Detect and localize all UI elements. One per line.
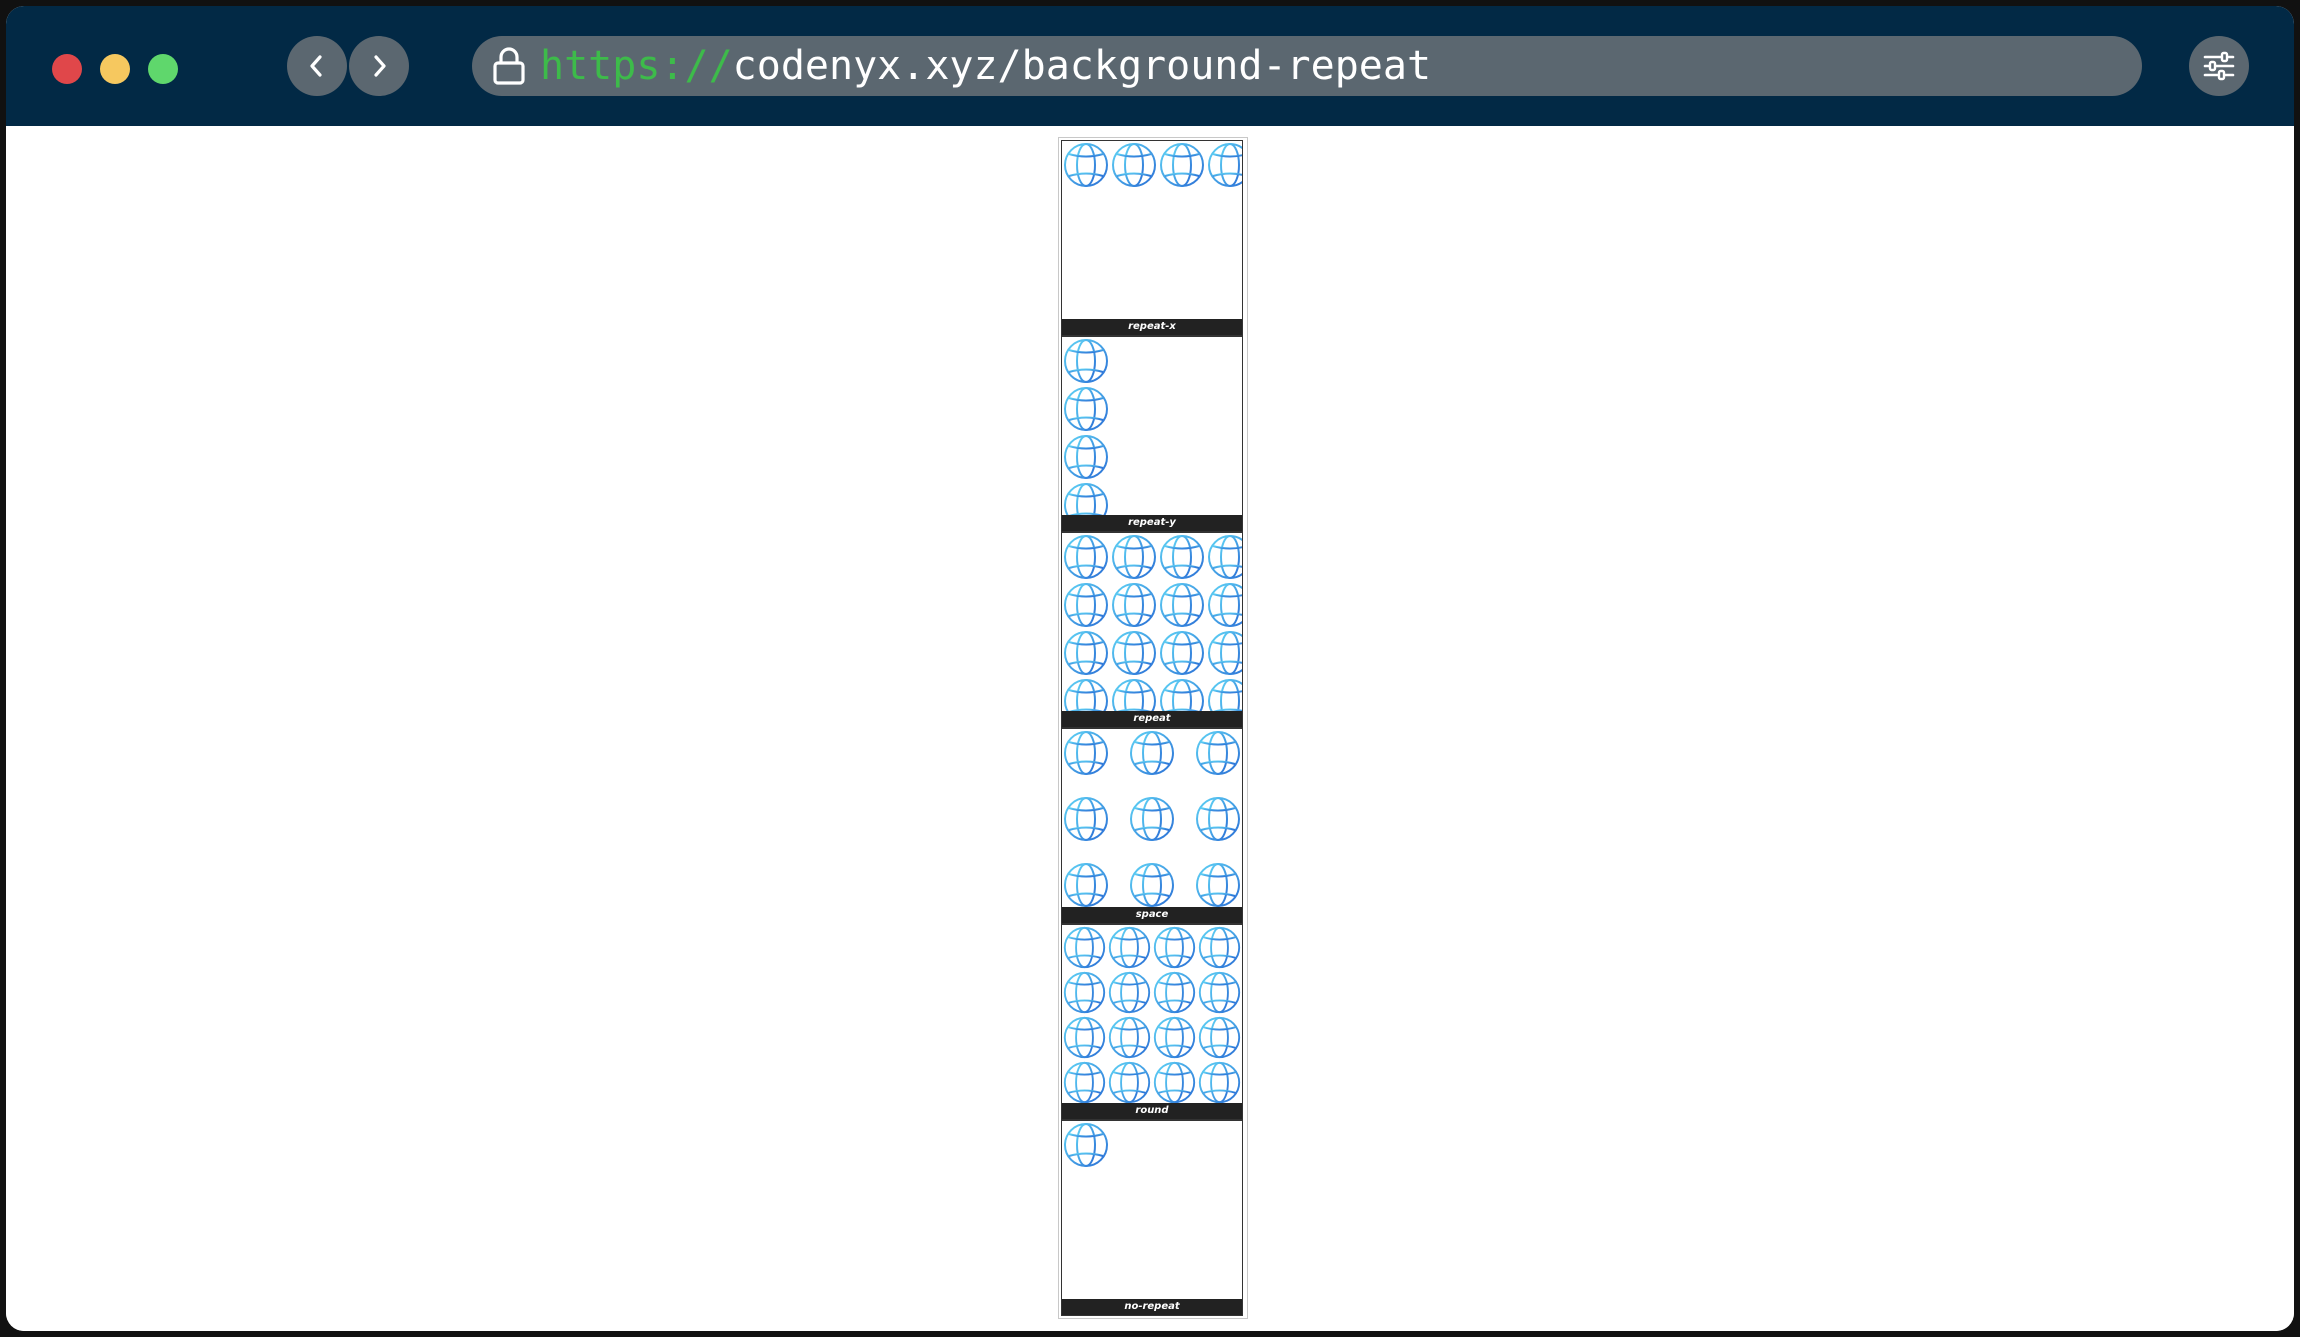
- globe-icon: [1064, 535, 1108, 579]
- globe-tiles: [1062, 729, 1242, 909]
- globe-icon: [1063, 971, 1106, 1014]
- background-repeat-demos: repeat-x repeat-y repeat space round no-…: [1058, 137, 1248, 1319]
- globe-icon: [1108, 926, 1151, 969]
- demo-round: round: [1061, 924, 1243, 1120]
- globe-icon: [1108, 971, 1151, 1014]
- globe-tiles: [1062, 925, 1242, 1105]
- globe-icon: [1198, 1016, 1241, 1059]
- chevron-left-icon: [310, 55, 322, 77]
- globe-icon: [1112, 631, 1156, 675]
- globe-icon: [1208, 631, 1242, 675]
- browser-window: https://codenyx.xyz/background-repeat re…: [6, 6, 2294, 1331]
- globe-icon: [1063, 926, 1106, 969]
- sliders-icon: [2203, 51, 2235, 81]
- page-content: repeat-x repeat-y repeat space round no-…: [6, 126, 2294, 1331]
- globe-icon: [1130, 797, 1174, 841]
- demo-label: no-repeat: [1062, 1299, 1242, 1315]
- chevron-right-icon: [374, 55, 386, 77]
- maximize-window-button[interactable]: [148, 54, 178, 84]
- globe-icon: [1208, 143, 1242, 187]
- browser-titlebar: https://codenyx.xyz/background-repeat: [6, 6, 2294, 126]
- demo-repeat-y: repeat-y: [1061, 336, 1243, 532]
- globe-icon: [1196, 797, 1240, 841]
- globe-icon: [1153, 926, 1196, 969]
- globe-icon: [1160, 631, 1204, 675]
- demo-no-repeat: no-repeat: [1061, 1120, 1243, 1316]
- globe-tiles: [1062, 141, 1242, 321]
- minimize-window-button[interactable]: [100, 54, 130, 84]
- demo-space: space: [1061, 728, 1243, 924]
- demo-label: repeat-x: [1062, 319, 1242, 335]
- globe-icon: [1208, 535, 1242, 579]
- globe-icon: [1153, 971, 1196, 1014]
- globe-icon: [1160, 583, 1204, 627]
- globe-icon: [1198, 1061, 1241, 1104]
- globe-icon: [1112, 143, 1156, 187]
- settings-button[interactable]: [2189, 36, 2249, 96]
- back-button[interactable]: [287, 36, 347, 96]
- globe-icon: [1064, 731, 1108, 775]
- address-bar[interactable]: https://codenyx.xyz/background-repeat: [472, 36, 2142, 96]
- globe-icon: [1153, 1016, 1196, 1059]
- globe-tiles: [1062, 533, 1242, 723]
- url-scheme: https://: [540, 43, 733, 89]
- globe-icon: [1064, 339, 1108, 383]
- globe-icon: [1064, 797, 1108, 841]
- globe-icon: [1130, 863, 1174, 907]
- demo-label: round: [1062, 1103, 1242, 1119]
- globe-icon: [1160, 535, 1204, 579]
- globe-icon: [1063, 1061, 1106, 1104]
- globe-icon: [1130, 731, 1174, 775]
- url-text: https://codenyx.xyz/background-repeat: [540, 36, 1431, 96]
- globe-icon: [1196, 731, 1240, 775]
- globe-icon: [1064, 631, 1108, 675]
- globe-icon: [1196, 863, 1240, 907]
- demo-label: repeat: [1062, 711, 1242, 727]
- globe-icon: [1198, 971, 1241, 1014]
- globe-icon: [1112, 535, 1156, 579]
- globe-icon: [1064, 583, 1108, 627]
- globe-icon: [1064, 143, 1108, 187]
- globe-icon: [1064, 435, 1108, 479]
- globe-icon: [1064, 863, 1108, 907]
- globe-icon: [1063, 1016, 1106, 1059]
- forward-button[interactable]: [349, 36, 409, 96]
- globe-icon: [1160, 143, 1204, 187]
- globe-icon: [1064, 387, 1108, 431]
- globe-icon: [1108, 1061, 1151, 1104]
- globe-icon: [1208, 583, 1242, 627]
- globe-icon: [1198, 926, 1241, 969]
- globe-tiles: [1062, 1121, 1242, 1301]
- demo-repeat: repeat: [1061, 532, 1243, 728]
- url-host-path: codenyx.xyz/background-repeat: [732, 43, 1432, 89]
- demo-repeat-x: repeat-x: [1061, 140, 1243, 336]
- globe-icon: [1153, 1061, 1196, 1104]
- demo-label: repeat-y: [1062, 515, 1242, 531]
- close-window-button[interactable]: [52, 54, 82, 84]
- demo-label: space: [1062, 907, 1242, 923]
- lock-icon: [493, 47, 525, 85]
- globe-icon: [1108, 1016, 1151, 1059]
- globe-icon: [1064, 1123, 1108, 1167]
- globe-tiles: [1062, 337, 1242, 527]
- globe-icon: [1112, 583, 1156, 627]
